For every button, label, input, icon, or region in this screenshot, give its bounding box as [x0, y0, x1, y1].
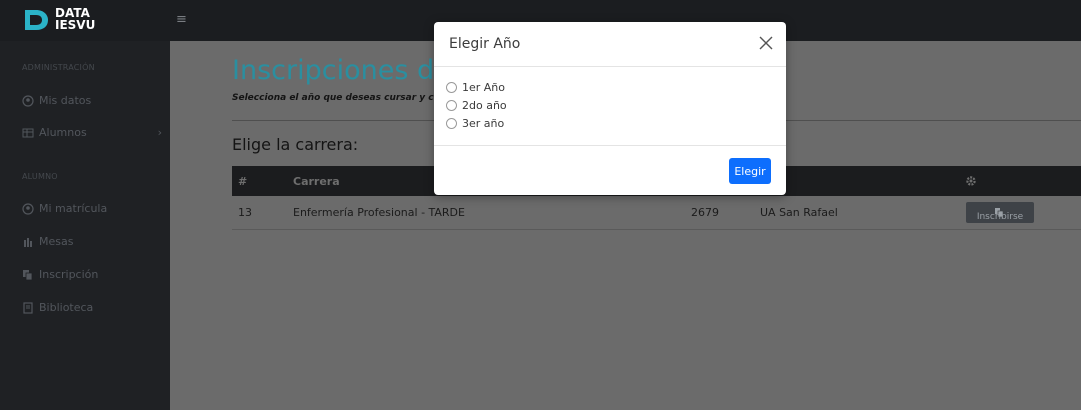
radio-button[interactable] [446, 82, 457, 93]
sidebar: ADMINISTRACIÓN Mis datos Alumnos › ALUMN… [0, 41, 170, 410]
cell-number: 13 [238, 206, 252, 219]
choose-year-modal: Elegir Año 1er Año 2do año 3er año Elegi… [434, 22, 786, 195]
cell-ua: UA San Rafael [760, 206, 838, 219]
page-subtitle: Selecciona el año que deseas cursar y c [232, 93, 434, 103]
copy-icon [23, 269, 33, 280]
sidebar-item-inscripcion[interactable]: Inscripción [22, 268, 162, 281]
radio-label: 1er Año [462, 81, 506, 94]
bars-icon [24, 237, 32, 247]
cell-carrera: Enfermería Profesional - TARDE [293, 206, 465, 219]
sidebar-item-label: Biblioteca [39, 301, 94, 314]
brand-line-2: IESVU [55, 18, 96, 32]
hamburger-icon[interactable]: ≡ [176, 12, 187, 27]
year-option-1[interactable]: 1er Año [446, 81, 505, 94]
sidebar-item-label: Mis datos [39, 94, 92, 107]
brand-name: DATA IESVU [55, 7, 95, 31]
year-option-2[interactable]: 2do año [446, 99, 507, 112]
user-circle-icon [22, 202, 34, 215]
page-title: Inscripciones de [232, 55, 451, 86]
close-icon[interactable] [758, 35, 774, 51]
table-row: 13 Enfermería Profesional - TARDE 2679 U… [232, 196, 1081, 230]
radio-button[interactable] [446, 100, 457, 111]
brand-logo[interactable]: DATA IESVU [22, 4, 122, 36]
modal-body: 1er Año 2do año 3er año [434, 67, 786, 145]
radio-label: 3er año [462, 117, 505, 130]
column-header-number: # [238, 175, 248, 188]
sidebar-item-alumnos[interactable]: Alumnos › [22, 126, 162, 139]
radio-button[interactable] [446, 118, 457, 129]
cell-code: 2679 [691, 206, 719, 219]
logo-mark-icon [25, 10, 48, 30]
chevron-right-icon: › [157, 126, 162, 139]
sidebar-item-mesas[interactable]: Mesas [22, 235, 162, 248]
inscribirse-label: Inscribirse [976, 212, 1024, 222]
user-circle-icon [22, 94, 34, 107]
sidebar-item-label: Mesas [39, 235, 74, 248]
elegir-button[interactable]: Elegir [729, 158, 771, 184]
sidebar-item-mis-datos[interactable]: Mis datos [22, 94, 162, 107]
sidebar-item-label: Alumnos [39, 126, 87, 139]
modal-title: Elegir Año [449, 36, 521, 52]
sidebar-item-label: Mi matrícula [39, 202, 108, 215]
sidebar-item-label: Inscripción [39, 268, 99, 281]
gear-icon [966, 176, 976, 186]
sidebar-heading-admin: ADMINISTRACIÓN [22, 63, 95, 72]
sidebar-item-mi-matricula[interactable]: Mi matrícula [22, 202, 162, 215]
sidebar-heading-alumno: ALUMNO [22, 172, 58, 181]
table-icon [22, 128, 34, 137]
radio-label: 2do año [462, 99, 507, 112]
sidebar-item-biblioteca[interactable]: Biblioteca [22, 301, 162, 314]
modal-header: Elegir Año [434, 22, 786, 67]
inscribirse-button[interactable]: Inscribirse [966, 202, 1034, 223]
section-heading: Elige la carrera: [232, 135, 359, 154]
modal-footer: Elegir [434, 145, 786, 195]
year-option-3[interactable]: 3er año [446, 117, 504, 130]
column-header-carrera: Carrera [293, 175, 340, 188]
book-icon [23, 301, 33, 314]
